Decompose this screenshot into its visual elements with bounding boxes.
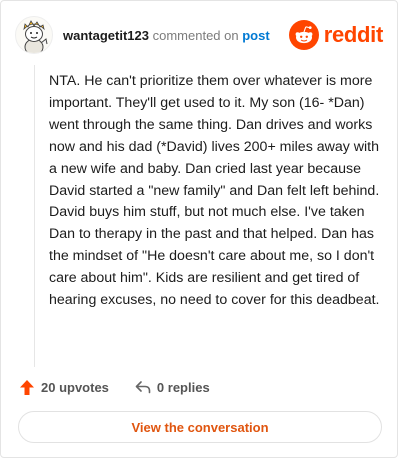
reply-button[interactable]: 0 replies <box>135 380 210 395</box>
reply-count: 0 replies <box>156 379 210 395</box>
post-link[interactable]: post <box>242 28 269 43</box>
view-conversation-button[interactable]: View the conversation <box>18 411 382 443</box>
user-avatar[interactable] <box>15 16 53 54</box>
action-text: commented on <box>152 27 239 43</box>
comment-actions: 20 upvotes 0 replies <box>19 375 210 399</box>
avatar-icon <box>23 20 48 53</box>
upvote-count: 20 upvotes <box>41 379 109 395</box>
comment-body: NTA. He can't prioritize them over whate… <box>49 73 380 309</box>
comment-card: wantagetit123 commented on post reddit N… <box>0 0 398 458</box>
upvote-arrow-icon <box>20 379 34 395</box>
reddit-logo[interactable]: reddit <box>288 20 384 50</box>
thread-line[interactable] <box>34 65 35 367</box>
reddit-wordmark: reddit <box>323 22 384 47</box>
comment-meta: wantagetit123 commented on post <box>63 28 270 43</box>
reddit-logo-icon <box>288 20 319 50</box>
comment-header: wantagetit123 commented on post reddit <box>15 15 383 55</box>
username-link[interactable]: wantagetit123 <box>63 28 149 43</box>
upvote-button[interactable]: 20 upvotes <box>19 379 109 396</box>
reply-arrow-icon <box>135 381 151 394</box>
